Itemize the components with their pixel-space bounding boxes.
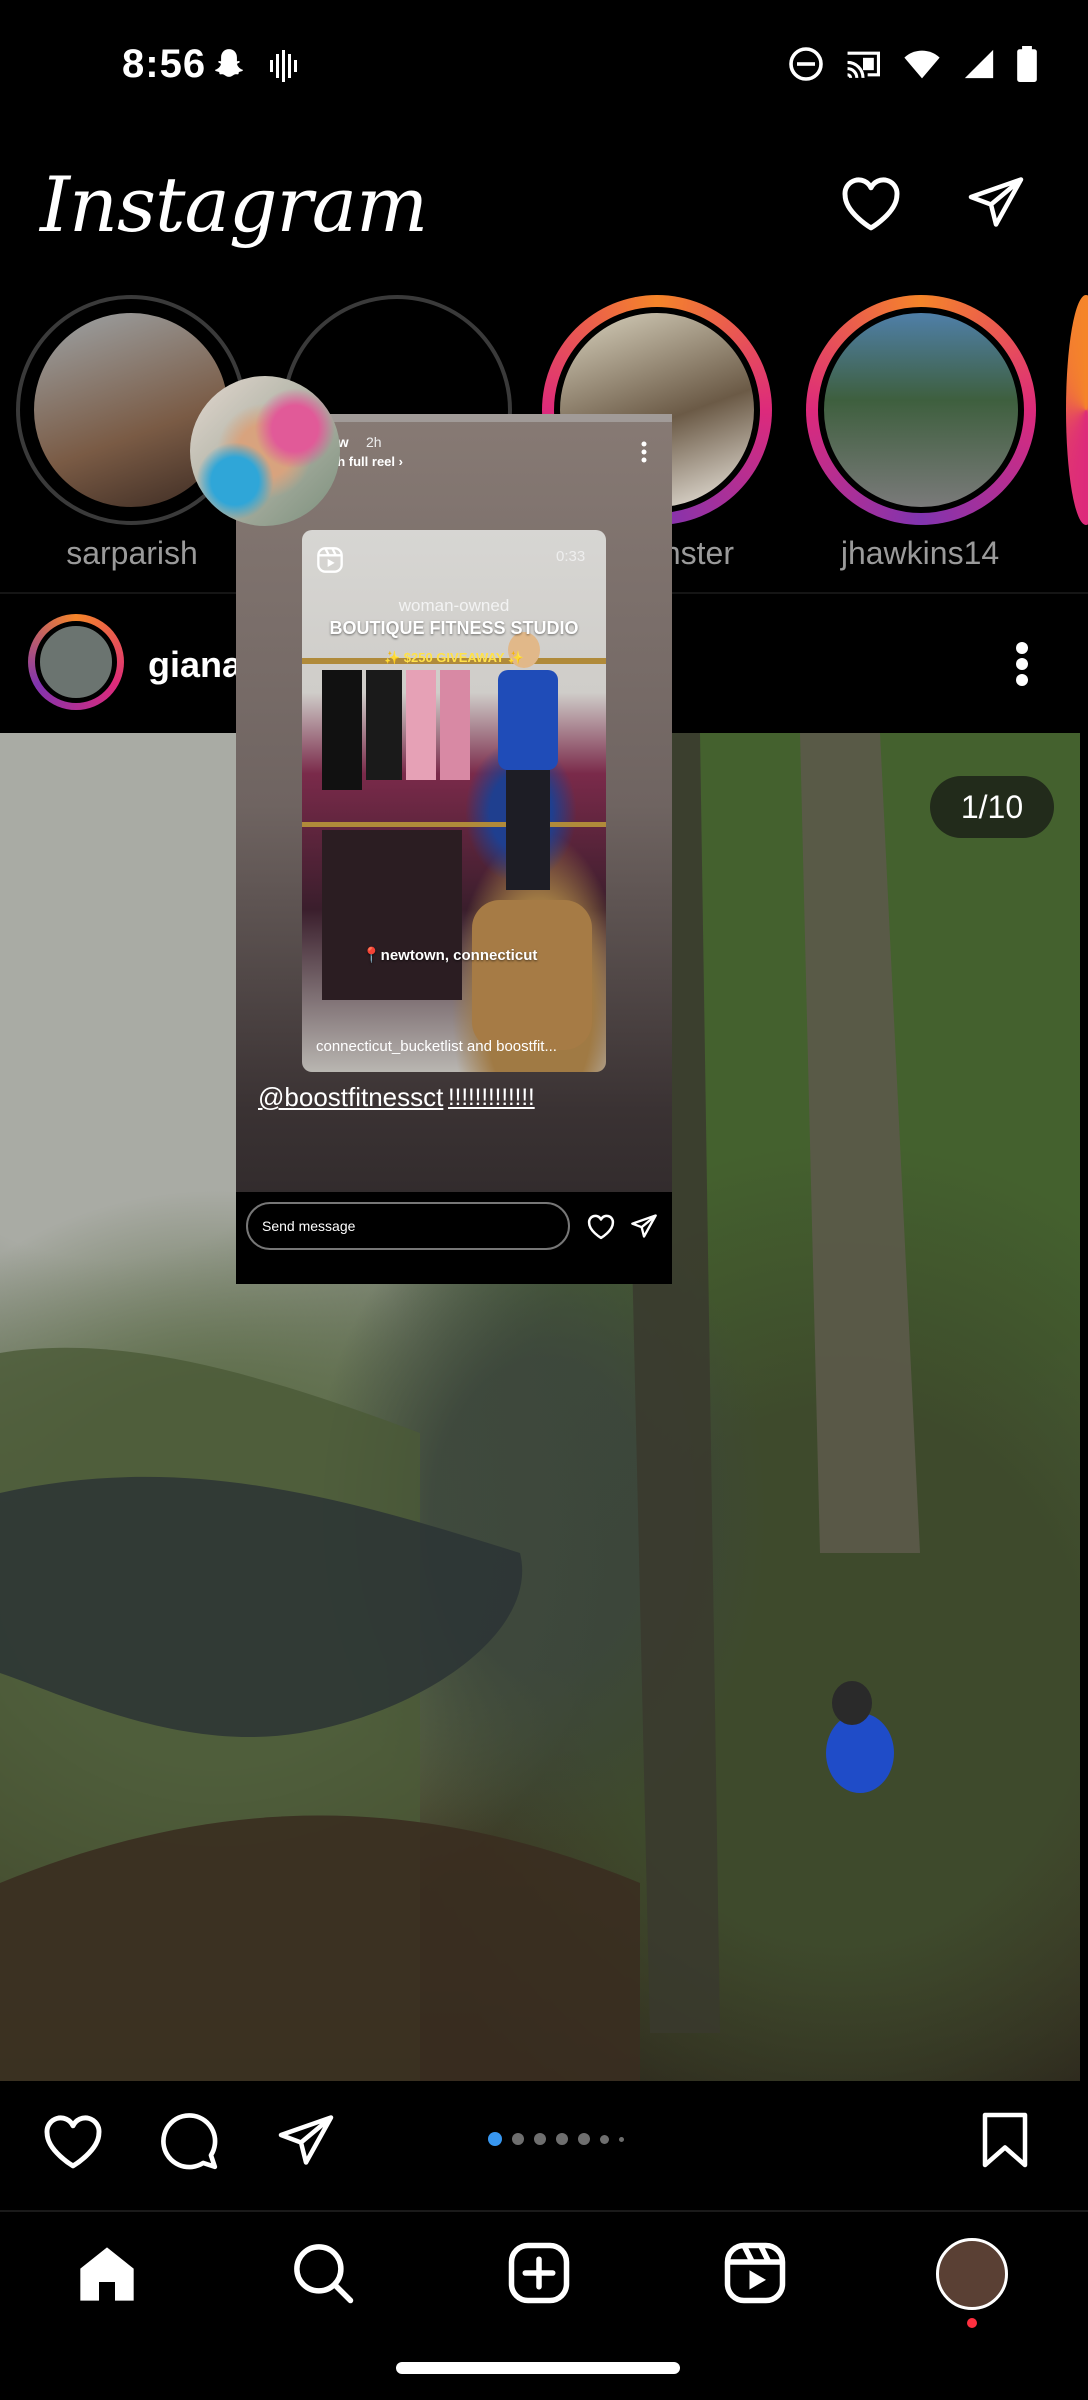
reel-text-line2: BOUTIQUE FITNESS STUDIO — [329, 618, 579, 638]
instagram-logo[interactable]: Instagram — [40, 160, 428, 249]
home-icon[interactable] — [74, 2242, 140, 2306]
story-preview-time: 2h — [366, 434, 382, 450]
like-icon[interactable] — [40, 2110, 106, 2170]
reels-icon-small — [316, 546, 344, 574]
search-icon[interactable] — [290, 2240, 356, 2306]
reel-duration: 0:33 — [556, 548, 586, 565]
carousel-dot — [534, 2133, 546, 2145]
wifi-icon — [902, 48, 942, 80]
carousel-indicator — [488, 2132, 624, 2146]
story-name: jhawkins14 — [840, 535, 1000, 571]
story-share-icon[interactable] — [630, 1212, 658, 1240]
post-username[interactable]: giana — [148, 644, 242, 686]
send-message-input[interactable]: Send message — [246, 1202, 570, 1250]
post-author-avatar[interactable] — [28, 614, 124, 710]
story-avatar-partial[interactable] — [1066, 295, 1088, 525]
reel-location: 📍newtown, connecticut — [362, 947, 538, 964]
signal-icon — [962, 47, 996, 81]
notification-dot — [967, 2318, 977, 2328]
watch-full-reel-link[interactable]: ch full reel › — [330, 454, 403, 469]
more-options-icon[interactable] — [1010, 640, 1034, 688]
create-icon[interactable] — [506, 2240, 572, 2306]
nav-divider — [0, 2210, 1088, 2212]
reel-text-line3: ✨ $250 GIVEAWAY ✨ — [383, 650, 525, 665]
reel-caption: connecticut_bucketlist and boostfit... — [316, 1038, 557, 1055]
heart-icon[interactable] — [838, 172, 904, 232]
carousel-dot-active — [488, 2132, 502, 2146]
story-photo — [818, 307, 1024, 513]
home-indicator[interactable] — [396, 2362, 680, 2374]
snapchat-icon — [210, 46, 248, 84]
reels-icon[interactable] — [722, 2240, 788, 2306]
save-bookmark-icon[interactable] — [978, 2110, 1032, 2170]
story-preview-avatar[interactable] — [190, 376, 340, 526]
carousel-dot — [600, 2134, 609, 2144]
story-like-icon[interactable] — [586, 1212, 616, 1240]
story-name: sarparish — [66, 535, 198, 571]
do-not-disturb-icon — [788, 46, 824, 82]
status-icons — [788, 46, 1038, 82]
story-avatar-jhawkins14[interactable] — [806, 295, 1036, 525]
story-text-exclamations: !!!!!!!!!!!!! — [448, 1084, 535, 1111]
status-bar: 8:56 — [0, 0, 1088, 136]
carousel-dot — [556, 2133, 568, 2145]
profile-avatar[interactable] — [936, 2238, 1008, 2310]
carousel-counter: 1/10 — [930, 776, 1054, 838]
story-more-icon[interactable] — [640, 440, 648, 464]
voicemail-icon — [268, 50, 298, 82]
cast-icon — [844, 47, 882, 81]
status-time: 8:56 — [122, 42, 207, 86]
share-icon[interactable] — [276, 2110, 336, 2170]
reel-text-line1: woman-owned — [398, 596, 510, 615]
carousel-dot — [619, 2136, 624, 2142]
carousel-dot — [578, 2133, 590, 2145]
direct-message-icon[interactable] — [966, 172, 1026, 232]
comment-icon[interactable] — [158, 2110, 220, 2172]
battery-icon — [1016, 46, 1038, 82]
chevron-right-icon: › — [398, 454, 403, 469]
mention-link[interactable]: @boostfitnessct — [258, 1082, 443, 1113]
carousel-dot — [512, 2133, 524, 2145]
